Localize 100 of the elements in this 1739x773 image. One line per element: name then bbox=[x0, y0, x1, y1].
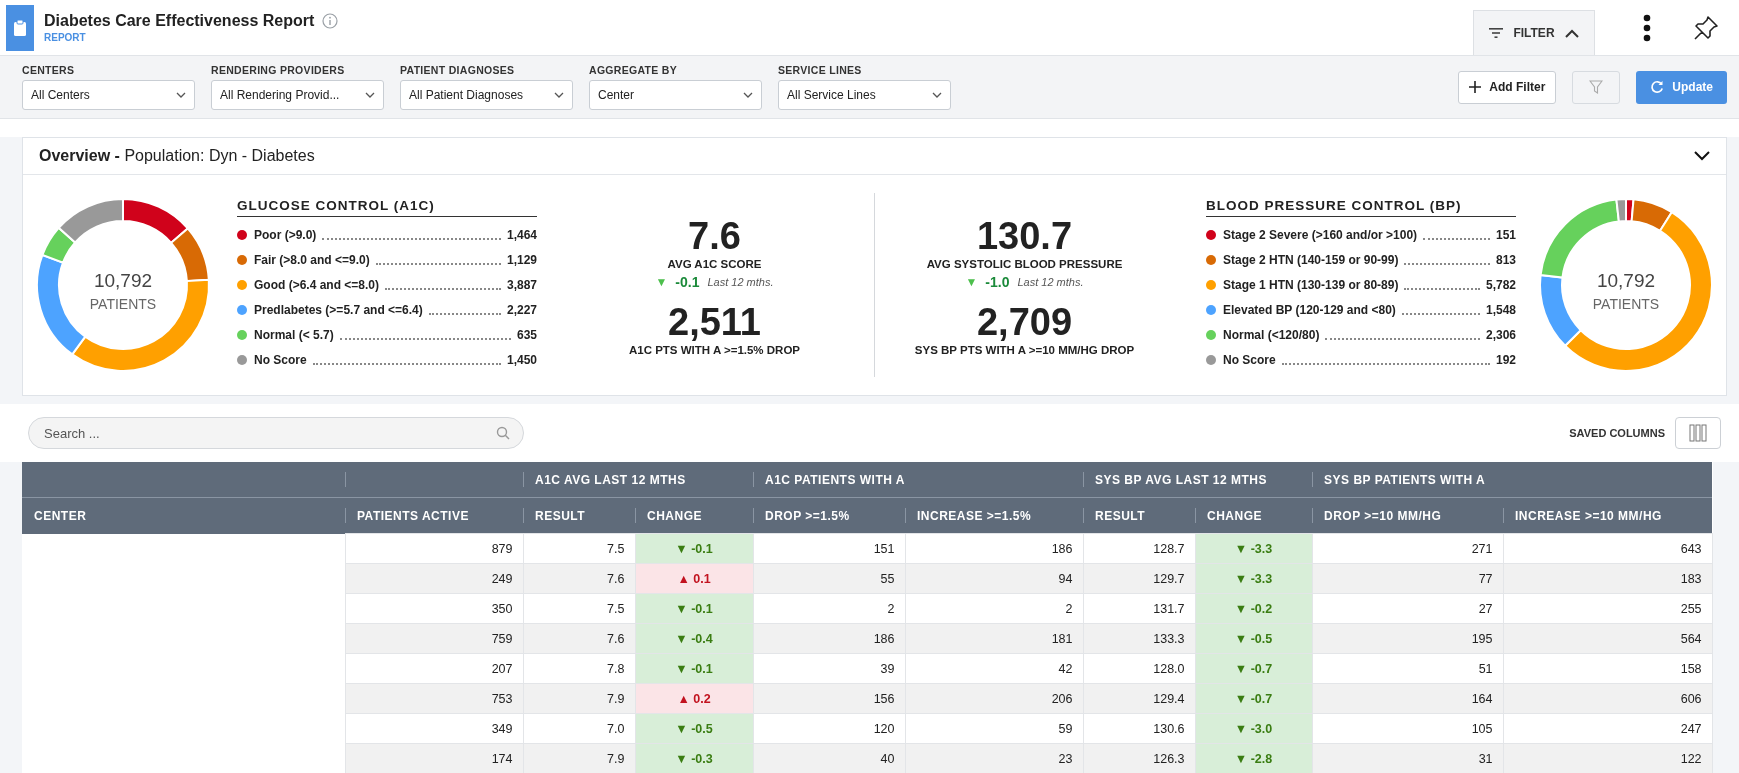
table-cell: 7.5 bbox=[523, 593, 635, 624]
trend-arrow: ▼ bbox=[965, 275, 978, 289]
column-group-header: A1C PATIENTS WITH A bbox=[765, 472, 905, 487]
search-icon[interactable] bbox=[496, 426, 510, 440]
table-cell: 174 bbox=[345, 743, 523, 773]
update-button[interactable]: Update bbox=[1636, 70, 1727, 104]
change-cell: ▼ -0.7 bbox=[1195, 653, 1313, 684]
donut-label: PATIENTS bbox=[1592, 296, 1660, 312]
stat-change: -0.1 bbox=[675, 274, 700, 290]
filter-dropdown[interactable]: All Centers bbox=[22, 80, 195, 110]
table-cell: 350 bbox=[345, 593, 523, 624]
column-header[interactable]: RESULT bbox=[1095, 508, 1146, 523]
legend-label: Normal (<120/80) bbox=[1223, 327, 1320, 342]
table-cell: 7.5 bbox=[523, 533, 635, 564]
table-cell: 129.7 bbox=[1083, 563, 1195, 594]
table-cell: 31 bbox=[1312, 743, 1504, 773]
change-cell: ▼ -0.7 bbox=[1195, 683, 1313, 714]
table-cell: 51 bbox=[1312, 653, 1504, 684]
table-cell: 606 bbox=[1503, 683, 1713, 714]
columns-button[interactable] bbox=[1675, 417, 1721, 449]
column-header[interactable]: CHANGE bbox=[647, 508, 702, 523]
table-cell: 133.3 bbox=[1083, 623, 1195, 654]
table-cell: 59 bbox=[905, 713, 1083, 744]
chevron-down-icon[interactable] bbox=[1694, 151, 1710, 161]
column-header[interactable]: CHANGE bbox=[1207, 508, 1263, 523]
table-cell: 126.3 bbox=[1083, 743, 1195, 773]
table-cell: 255 bbox=[1503, 593, 1713, 624]
stat-count: 2,511 bbox=[668, 300, 761, 344]
add-filter-button[interactable]: Add Filter bbox=[1458, 70, 1557, 104]
caret-icon bbox=[554, 92, 564, 98]
column-group-header: SYS BP PATIENTS WITH A bbox=[1324, 472, 1486, 487]
stat-label: AVG A1C SCORE bbox=[667, 258, 762, 270]
more-icon[interactable] bbox=[1643, 13, 1651, 42]
legend-label: Normal (< 5.7) bbox=[254, 327, 334, 342]
table-cell: 207 bbox=[345, 653, 523, 684]
legend-value: 3,887 bbox=[506, 277, 537, 292]
table-cell: 2 bbox=[905, 593, 1083, 624]
legend-title: BLOOD PRESSURE CONTROL (BP) bbox=[1206, 198, 1516, 217]
change-cell: ▼ -3.3 bbox=[1195, 563, 1313, 594]
legend-value: 2,227 bbox=[506, 302, 537, 317]
table-cell: 564 bbox=[1503, 623, 1713, 654]
table-cell: 27 bbox=[1312, 593, 1504, 624]
caret-icon bbox=[743, 92, 753, 98]
table-cell: 7.8 bbox=[523, 653, 635, 684]
table-cell: 349 bbox=[345, 713, 523, 744]
table-cell: 122 bbox=[1503, 743, 1713, 773]
donut-total: 10,792 bbox=[1596, 270, 1656, 291]
funnel-button[interactable] bbox=[1572, 70, 1621, 104]
report-subtitle: REPORT bbox=[44, 32, 87, 43]
table-cell: 186 bbox=[905, 533, 1083, 564]
caret-icon bbox=[365, 92, 375, 98]
report-title: Diabetes Care Effectiveness Report bbox=[44, 12, 315, 30]
change-cell: ▲ 0.1 bbox=[635, 563, 753, 594]
filter-dropdown[interactable]: All Rendering Provid... bbox=[211, 80, 384, 110]
filter-dropdown[interactable]: All Patient Diagnoses bbox=[400, 80, 573, 110]
saved-columns-label: SAVED COLUMNS bbox=[1569, 427, 1665, 439]
table-cell: 131.7 bbox=[1083, 593, 1195, 624]
refresh-icon bbox=[1650, 80, 1665, 94]
column-header[interactable]: CENTER bbox=[34, 508, 87, 523]
table-cell: 249 bbox=[345, 563, 523, 594]
column-header[interactable]: RESULT bbox=[535, 508, 586, 523]
filter-dropdown[interactable]: All Service Lines bbox=[778, 80, 951, 110]
filter-dropdown[interactable]: Center bbox=[589, 80, 762, 110]
legend-label: Good (>6.4 and <=8.0) bbox=[254, 277, 380, 292]
change-cell: ▼ -2.8 bbox=[1195, 743, 1313, 773]
stat-label: AVG SYSTOLIC BLOOD PRESSURE bbox=[926, 258, 1123, 270]
legend-label: Stage 2 Severe (>160 and/or >100) bbox=[1223, 227, 1418, 242]
funnel-icon bbox=[1589, 80, 1604, 94]
search-field[interactable]: Search ... bbox=[28, 417, 524, 449]
legend-label: Predlabetes (>=5.7 and <=6.4) bbox=[254, 302, 423, 317]
legend-value: 1,548 bbox=[1485, 302, 1516, 317]
filter-lines-icon bbox=[1489, 28, 1504, 38]
plus-icon bbox=[1469, 81, 1482, 93]
table-cell: 39 bbox=[753, 653, 905, 684]
change-cell: ▼ -0.1 bbox=[635, 653, 753, 684]
stat-period: Last 12 mths. bbox=[1017, 276, 1084, 288]
columns-icon bbox=[1689, 424, 1707, 442]
legend-title: GLUCOSE CONTROL (A1C) bbox=[237, 198, 537, 217]
legend-label: Elevated BP (120-129 and <80) bbox=[1223, 302, 1396, 317]
legend-label: No Score bbox=[1223, 352, 1276, 367]
filter-label: AGGREGATE BY bbox=[589, 64, 678, 76]
legend-value: 2,306 bbox=[1485, 327, 1516, 342]
donut-total: 10,792 bbox=[93, 270, 153, 291]
table-cell: 181 bbox=[905, 623, 1083, 654]
stat-change: -1.0 bbox=[985, 274, 1010, 290]
clipboard-icon bbox=[6, 5, 34, 51]
pin-icon[interactable] bbox=[1693, 14, 1719, 41]
table-cell: 7.6 bbox=[523, 563, 635, 594]
change-cell: ▼ -0.3 bbox=[635, 743, 753, 773]
legend-value: 1,450 bbox=[506, 352, 537, 367]
table-cell: 7.9 bbox=[523, 683, 635, 714]
filter-tab[interactable]: FILTER bbox=[1473, 10, 1595, 55]
change-cell: ▲ 0.2 bbox=[635, 683, 753, 714]
change-cell: ▼ -0.5 bbox=[1195, 623, 1313, 654]
info-icon[interactable] bbox=[322, 13, 339, 29]
table-cell: 156 bbox=[753, 683, 905, 714]
stat-period: Last 12 mths. bbox=[707, 276, 774, 288]
legend-value: 813 bbox=[1495, 252, 1516, 267]
stat-value: 7.6 bbox=[688, 214, 741, 258]
filter-label: SERVICE LINES bbox=[778, 64, 863, 76]
